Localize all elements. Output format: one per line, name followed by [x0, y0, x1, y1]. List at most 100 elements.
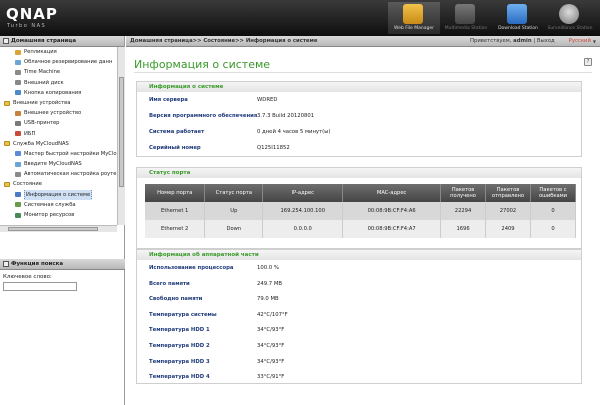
nav-item[interactable]: Облачное резервирование данн	[0, 57, 117, 67]
column-header[interactable]: Пакетов отправлено	[485, 184, 531, 202]
camera-icon	[559, 4, 579, 24]
language-select[interactable]: Русский ▼	[569, 38, 596, 44]
column-header[interactable]: Пакетов с ошибками	[530, 184, 577, 202]
nav-item[interactable]: USB-принтер	[0, 118, 117, 128]
nav-horizontal-scrollbar[interactable]	[0, 225, 117, 232]
table-cell: 27002	[485, 202, 531, 220]
info-value: 0 дней 4 часов 5 минут(ы)	[257, 129, 331, 135]
search-panel-header[interactable]: Функция поиска	[0, 259, 125, 270]
nav-tree: Репликация Облачное резервирование данн Ti…	[0, 47, 117, 225]
nav-item[interactable]: Состояние	[0, 179, 117, 189]
app-multimedia-station[interactable]: Multimedia Station	[440, 2, 492, 34]
hardware-info-panel: Информация об аппаратной части Использов…	[136, 249, 582, 384]
scroll-thumb[interactable]	[119, 77, 124, 187]
cloud-icon	[15, 59, 21, 65]
table-cell: 2409	[485, 220, 531, 238]
collapse-icon[interactable]	[3, 261, 9, 267]
folder-icon	[4, 100, 10, 106]
nav-item[interactable]: Системная служба	[0, 200, 117, 210]
port-table: Номер порта Статус порта IP-адрес MAC-адрес…	[145, 184, 577, 238]
info-value: 33°C/91°F	[257, 374, 285, 381]
welcome-prefix: Приветствуем,	[470, 38, 512, 44]
app-download-station[interactable]: Download Station	[492, 2, 544, 34]
language-value: Русский	[568, 38, 591, 44]
nav-vertical-scrollbar[interactable]	[117, 47, 125, 225]
nav-item-label: ИБП	[24, 130, 36, 137]
nav-item[interactable]: Внешний диск	[0, 78, 117, 88]
nav-item[interactable]: Time Machine	[0, 67, 117, 77]
breadcrumb[interactable]: Домашняя страница>> Состояние>> Информац…	[130, 38, 317, 44]
column-header[interactable]: Номер порта	[145, 184, 206, 202]
nav-item-label: Монитор ресурсов	[24, 212, 75, 218]
info-value: 3.7.3 Build 20120801	[257, 113, 315, 119]
multimedia-icon	[455, 4, 475, 24]
logout-link[interactable]: Выход	[537, 38, 555, 44]
copy-button-icon	[15, 90, 21, 96]
external-device-icon	[15, 110, 21, 116]
app-label: Download Station	[498, 26, 538, 31]
nav-item[interactable]: Информация о системе	[0, 189, 117, 200]
left-panel: Домашняя страница Репликация Облачное рез…	[0, 36, 125, 405]
info-key: Использование процессора	[149, 265, 234, 271]
chevron-down-icon: ▼	[592, 38, 596, 44]
service-icon	[15, 202, 21, 208]
nav-header[interactable]: Домашняя страница	[0, 36, 124, 47]
nav-item[interactable]: Автоматическая настройка роутер	[0, 169, 117, 179]
disk-icon	[15, 80, 21, 86]
nav-item-label: Состояние	[13, 181, 42, 188]
column-header[interactable]: Пакетов получено	[440, 184, 487, 202]
info-key: Свободно памяти	[149, 296, 203, 303]
table-cell: Down	[204, 220, 264, 238]
column-header[interactable]: IP-адрес	[262, 184, 344, 202]
nav-item-label: Внешнее устройство	[24, 110, 82, 117]
nav-item[interactable]: Внешние устройства	[0, 98, 117, 108]
header-bar: Домашняя страница>> Состояние>> Информац…	[126, 36, 600, 47]
info-value: Q125I11852	[257, 145, 290, 151]
system-info-panel: Информация о системе Имя сервера WDRED Вер…	[136, 81, 582, 157]
search-header-label: Функция поиска	[11, 261, 64, 267]
column-header[interactable]: MAC-адрес	[342, 184, 442, 202]
info-key: Версия программного обеспечения	[149, 113, 258, 119]
help-button[interactable]: ?	[584, 58, 592, 66]
nav-item[interactable]: Монитор ресурсов	[0, 210, 117, 220]
nav-item[interactable]: ИБП	[0, 129, 117, 139]
nav-item-label: Введите MyCloudNAS	[24, 161, 82, 168]
folder-icon	[4, 141, 10, 147]
nav-item-label: Кнопка копирования	[24, 89, 82, 96]
nav-item-label: Системная служба	[24, 201, 76, 208]
info-key: Температура HDD 2	[149, 343, 210, 349]
nav-header-label: Домашняя страница	[11, 38, 77, 44]
app-surveillance-station[interactable]: Surveillance Station	[544, 2, 596, 34]
collapse-icon[interactable]	[3, 38, 9, 44]
folder-icon	[4, 182, 10, 188]
main-content: Домашняя страница>> Состояние>> Информац…	[126, 36, 600, 405]
download-icon	[507, 4, 527, 24]
table-cell: 0.0.0.0	[262, 220, 344, 238]
nav-item[interactable]: Служба MyCloudNAS	[0, 139, 117, 149]
column-header[interactable]: Статус порта	[204, 184, 264, 202]
table-cell: 1696	[440, 220, 487, 238]
info-key: Серийный номер	[149, 145, 201, 151]
nav-item[interactable]: Введите MyCloudNAS	[0, 159, 117, 169]
info-value: 34°C/93°F	[257, 343, 285, 349]
app-web-file-manager[interactable]: Web File Manager	[388, 2, 440, 34]
search-input[interactable]	[3, 282, 77, 291]
page-title: Информация о системе	[134, 58, 271, 71]
router-icon	[15, 171, 21, 177]
nav-item[interactable]: Кнопка копирования	[0, 88, 117, 98]
table-row: Ethernet 2 Down 0.0.0.0 00:08:9B:CF:F4:A7 16…	[145, 220, 577, 238]
nav-item-label: Автоматическая настройка роутер	[24, 171, 117, 178]
nav-item[interactable]: Внешнее устройство	[0, 108, 117, 118]
nav-item-label: Служба MyCloudNAS	[13, 140, 69, 147]
nav-item-label: Внешний диск	[24, 79, 64, 86]
table-cell: Ethernet 2	[145, 220, 206, 238]
panel-header: Информация о системе	[137, 82, 581, 92]
info-key: Температура HDD 1	[149, 327, 210, 334]
scroll-thumb[interactable]	[8, 227, 98, 231]
cloud-icon	[15, 161, 21, 167]
info-value: 100.0 %	[257, 265, 279, 271]
info-key: Температура HDD 4	[149, 374, 210, 381]
nav-item[interactable]: Мастер быстрой настройки MyClo	[0, 149, 117, 159]
time-machine-icon	[15, 69, 21, 75]
nav-item[interactable]: Репликация	[0, 47, 117, 57]
